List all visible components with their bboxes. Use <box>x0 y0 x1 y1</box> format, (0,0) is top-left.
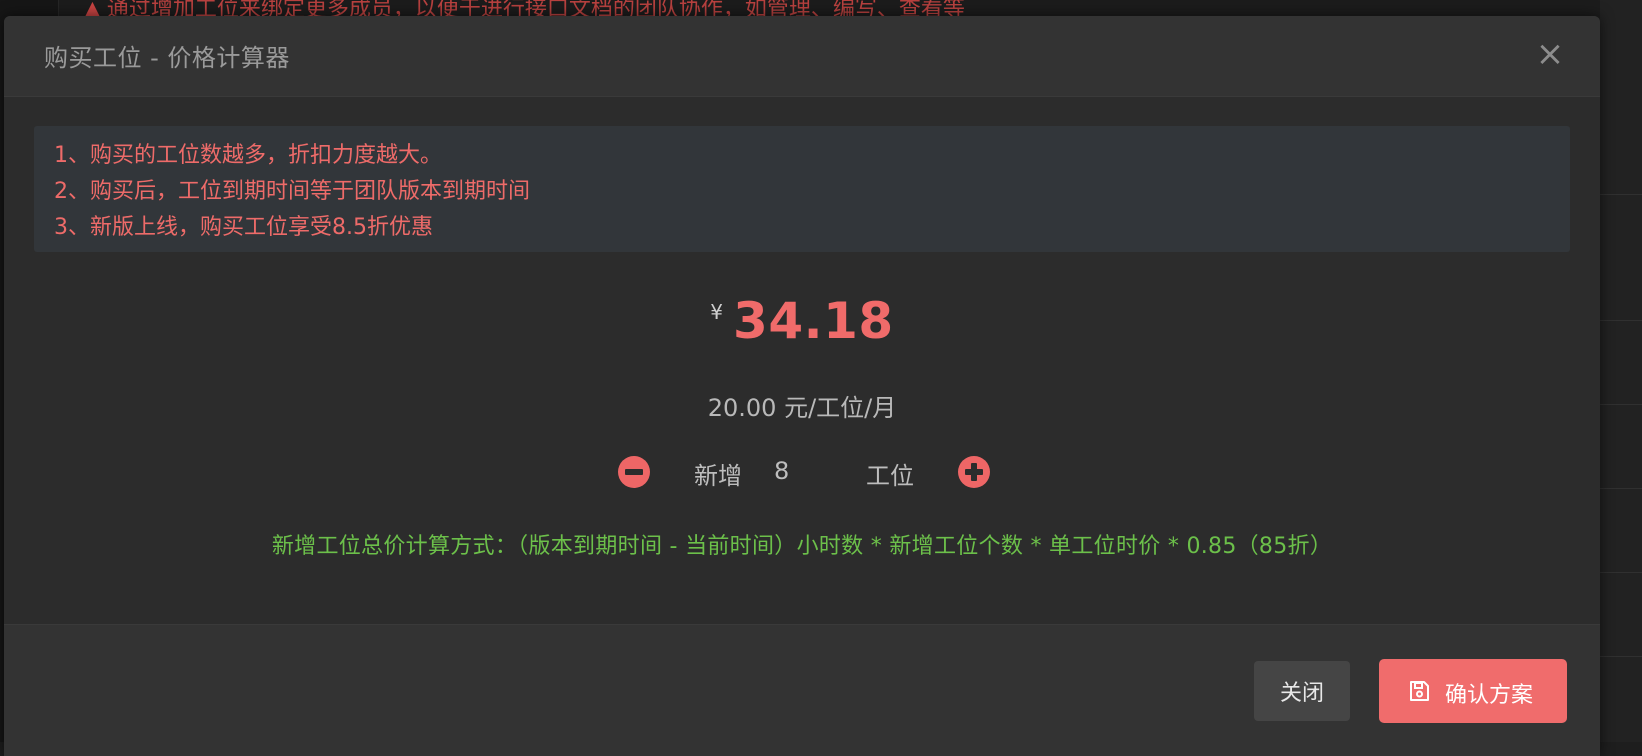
close-icon[interactable]: × <box>1530 34 1570 74</box>
background-divider <box>1600 404 1642 405</box>
background-divider <box>1600 656 1642 657</box>
seat-quantity-stepper: 新增 工位 <box>618 452 1018 492</box>
seat-quantity-input[interactable] <box>766 454 862 488</box>
tip-line: 1、购买的工位数越多，折扣力度越大。 <box>54 138 1550 174</box>
background-divider <box>1600 320 1642 321</box>
confirm-plan-label: 确认方案 <box>1445 677 1533 709</box>
minus-circle-icon[interactable] <box>618 456 650 488</box>
modal-footer: 关闭 确认方案 <box>4 624 1600 756</box>
modal-header: 购买工位 - 价格计算器 × <box>4 16 1600 97</box>
background-divider <box>1600 572 1642 573</box>
plus-circle-icon[interactable] <box>958 456 990 488</box>
price-amount: 34.18 <box>733 292 894 350</box>
background-divider <box>1600 194 1642 195</box>
tip-line: 2、购买后，工位到期时间等于团队版本到期时间 <box>54 174 1550 210</box>
currency-symbol: ¥ <box>710 300 723 324</box>
save-icon <box>1407 679 1431 703</box>
tip-line: 3、新版上线，购买工位享受8.5折优惠 <box>54 210 1550 246</box>
seat-unit-label: 工位 <box>866 456 914 491</box>
background-right-panel <box>1600 0 1642 742</box>
close-button[interactable]: 关闭 <box>1254 661 1350 721</box>
confirm-plan-button[interactable]: 确认方案 <box>1379 659 1567 723</box>
background-divider <box>1600 488 1642 489</box>
total-price: ¥34.18 <box>4 292 1600 350</box>
add-label: 新增 <box>694 456 742 491</box>
price-calculator-modal: 购买工位 - 价格计算器 × 1、购买的工位数越多，折扣力度越大。 2、购买后，… <box>4 16 1600 756</box>
modal-title: 购买工位 - 价格计算器 <box>44 38 290 73</box>
unit-price: 20.00 元/工位/月 <box>4 388 1600 423</box>
price-formula: 新增工位总价计算方式：（版本到期时间 - 当前时间）小时数 * 新增工位个数 *… <box>4 528 1600 560</box>
tips-panel: 1、购买的工位数越多，折扣力度越大。 2、购买后，工位到期时间等于团队版本到期时… <box>34 126 1570 252</box>
